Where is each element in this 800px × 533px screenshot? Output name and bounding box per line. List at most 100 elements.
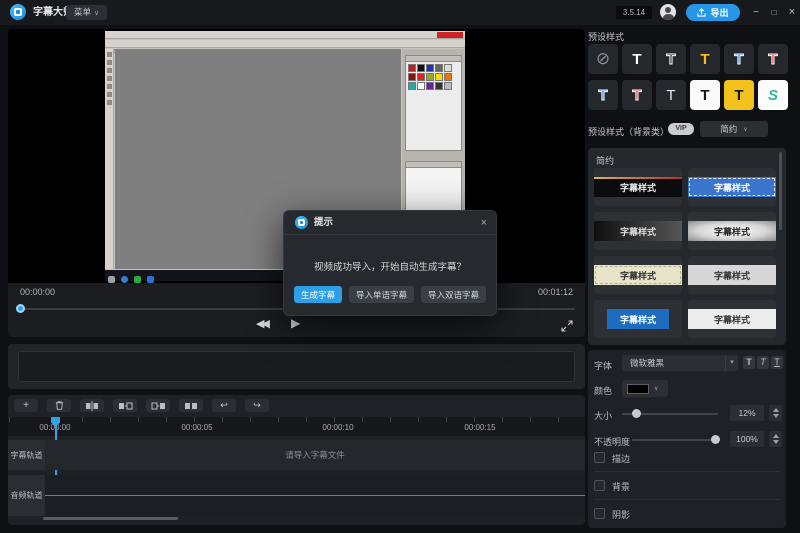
chevron-down-icon: ∨ [743, 126, 747, 133]
batch-button[interactable] [179, 399, 203, 412]
user-avatar[interactable] [660, 4, 676, 20]
style-card-white-glow[interactable]: 字幕样式 [688, 212, 776, 250]
style-card-blue-dashed[interactable]: 字幕样式 [688, 168, 776, 206]
timeline-ruler[interactable]: 00:00:00 00:00:05 00:00:10 00:00:15 [8, 417, 585, 436]
size-label: 大小 [594, 409, 612, 422]
color-label: 颜色 [594, 384, 612, 397]
play-button[interactable]: ▶ [291, 316, 300, 330]
dialog-buttons: 生成字幕 导入单语字幕 导入双语字幕 [284, 286, 496, 303]
undo-button[interactable]: ↩ [212, 399, 236, 412]
maximize-button[interactable]: □ [766, 0, 782, 25]
opacity-label: 不透明度 [594, 435, 630, 448]
preset-tile-white[interactable]: T [622, 44, 652, 74]
app-logo-icon [295, 216, 308, 229]
opacity-stepper[interactable] [769, 431, 782, 447]
style-card-dark-line[interactable]: 字幕样式 [594, 168, 682, 206]
category-dropdown[interactable]: 简约∨ [700, 121, 768, 137]
style-card-white-texture[interactable]: 字幕样式 [688, 300, 776, 338]
preset-tile-thin-white[interactable]: T [656, 80, 686, 110]
fullscreen-icon[interactable] [561, 319, 573, 337]
preset-tile-app-logo[interactable]: S [758, 80, 788, 110]
opacity-slider-handle[interactable] [711, 435, 720, 444]
shadow-checkbox[interactable] [594, 508, 605, 519]
delete-button[interactable] [47, 399, 71, 412]
text-controls-panel: 字体 微软雅黑▾ T T T 颜色 ∨ 大小 12% 不透明度 100% 描边 … [588, 350, 786, 528]
stroke-checkbox[interactable] [594, 452, 605, 463]
recorded-app-optionsbar [105, 40, 465, 48]
close-button[interactable]: × [784, 0, 800, 25]
timeline-scrollbar[interactable] [43, 517, 178, 520]
subtitle-text-panel [8, 344, 585, 389]
opacity-value[interactable]: 100% [730, 431, 764, 447]
style-card-dark-gradient[interactable]: 字幕样式 [594, 212, 682, 250]
current-time: 00:00:00 [20, 287, 55, 297]
merge-left-button[interactable] [113, 399, 137, 412]
preset-tile-yellow[interactable]: T [690, 44, 720, 74]
background-checkbox[interactable] [594, 480, 605, 491]
recorded-app-red-button [437, 32, 463, 38]
redo-button[interactable]: ↪ [245, 399, 269, 412]
size-stepper[interactable] [769, 405, 782, 421]
divider [594, 499, 780, 500]
color-picker[interactable]: ∨ [622, 380, 668, 397]
generate-subtitles-button[interactable]: 生成字幕 [294, 286, 342, 303]
font-select[interactable]: 微软雅黑▾ [622, 355, 738, 371]
version-label: 3.5.14 [616, 6, 652, 19]
add-subtitle-button[interactable]: + [14, 399, 38, 412]
export-button[interactable]: 导出 [686, 4, 740, 21]
app-window: 字幕大师 菜单∨ 3.5.14 导出 − □ × [0, 0, 800, 533]
menu-button[interactable]: 菜单∨ [66, 5, 107, 20]
italic-toggle[interactable]: T [757, 356, 769, 369]
title-bar: 字幕大师 菜单∨ 3.5.14 导出 − □ × [0, 0, 800, 25]
presets-title: 预设样式 [588, 30, 624, 43]
opacity-slider[interactable] [632, 439, 718, 441]
combo-arrow-icon: ▾ [725, 355, 738, 371]
bold-toggle[interactable]: T [743, 356, 755, 369]
recorded-app-toolstrip [105, 49, 114, 269]
seek-handle[interactable] [16, 304, 25, 313]
font-label: 字体 [594, 359, 612, 372]
minimize-button[interactable]: − [748, 0, 764, 25]
split-button[interactable] [80, 399, 104, 412]
dialog-close-icon[interactable]: × [481, 211, 487, 235]
underline-toggle[interactable]: T [771, 356, 783, 369]
ruler-label: 00:00:15 [458, 423, 502, 432]
audio-track[interactable] [45, 475, 585, 516]
split-icon [85, 401, 99, 411]
preset-tile-blue[interactable]: T [724, 44, 754, 74]
preset-tile-red-2[interactable]: T [622, 80, 652, 110]
size-slider-handle[interactable] [632, 409, 641, 418]
color-swatch [627, 384, 649, 394]
timeline-toolbar: + ↩ ↪ [14, 399, 269, 413]
stroke-label: 描边 [612, 452, 630, 465]
dialog-title: 提示 [314, 211, 333, 235]
subtitle-text-input[interactable] [18, 351, 575, 382]
rewind-button[interactable]: ◀◀ [256, 317, 267, 330]
shadow-label: 阴影 [612, 508, 630, 521]
chevron-down-icon: ∨ [654, 385, 658, 392]
preset-tile-black-on-white[interactable]: T [690, 80, 720, 110]
size-value[interactable]: 12% [730, 405, 764, 421]
ruler-label: 00:00:10 [316, 423, 360, 432]
style-card-light-gray[interactable]: 字幕样式 [688, 256, 776, 294]
preset-tile-red[interactable]: T [758, 44, 788, 74]
preset-tile-none[interactable]: ⊘ [588, 44, 618, 74]
style-card-cream-dashed[interactable]: 字幕样式 [594, 256, 682, 294]
bg-presets-title: 预设样式（背景类） [588, 125, 669, 138]
timeline-panel: + ↩ ↪ 00:00:00 00:00:05 00:00:10 00:00:1… [8, 395, 585, 525]
ruler-label: 00:00:05 [175, 423, 219, 432]
style-card-blue-solid[interactable]: 字幕样式 [594, 300, 682, 338]
subtitle-track[interactable]: 请导入字幕文件 [45, 440, 585, 470]
subtitle-track-label: 字幕轨道 [8, 440, 45, 470]
preset-tile-blue-2[interactable]: T [588, 80, 618, 110]
merge-right-button[interactable] [146, 399, 170, 412]
dialog-header: 提示 × [284, 211, 496, 235]
import-bilingual-subtitles-button[interactable]: 导入双语字幕 [421, 286, 486, 303]
import-mono-subtitles-button[interactable]: 导入单语字幕 [349, 286, 414, 303]
preset-tile-black-on-yellow[interactable]: T [724, 80, 754, 110]
trash-icon [54, 400, 65, 411]
recorded-app-swatches-panel [405, 55, 462, 151]
duration: 00:01:12 [538, 287, 573, 297]
preset-tile-outline[interactable]: T [656, 44, 686, 74]
styles-scrollbar[interactable] [779, 152, 782, 230]
